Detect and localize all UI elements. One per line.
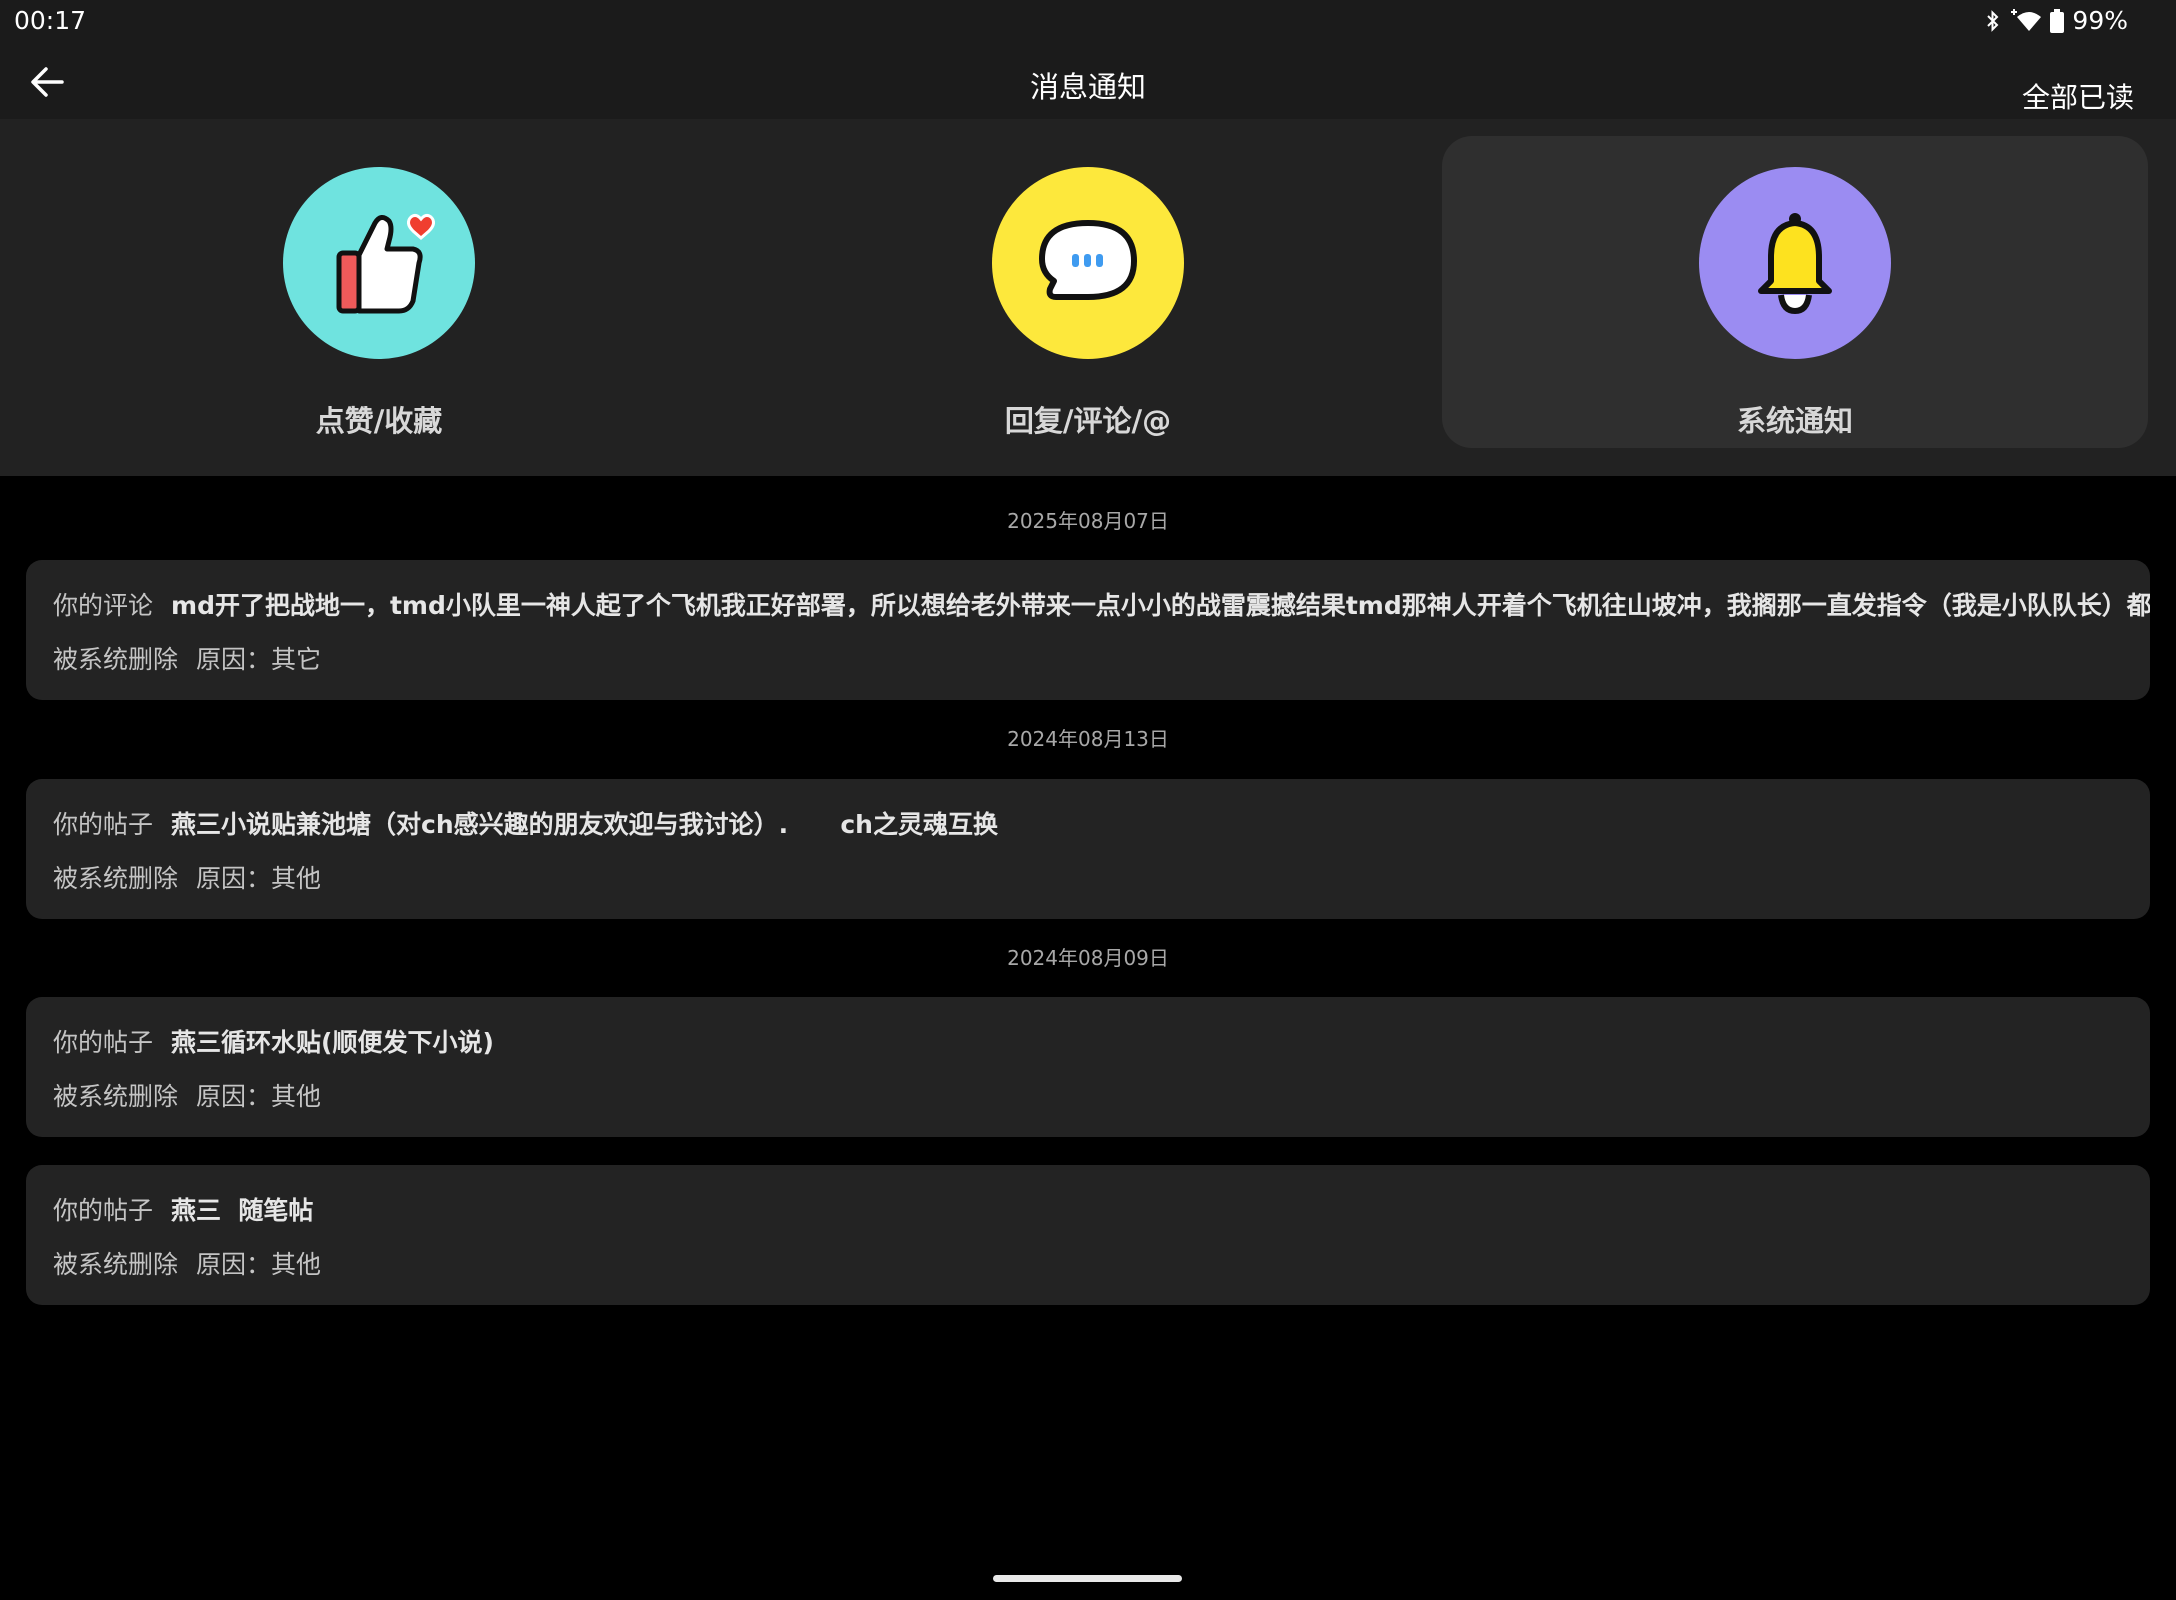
notification-target: 燕三循环水贴(顺便发下小说) (171, 1028, 494, 1057)
status-text: 被系统删除 (53, 1250, 179, 1279)
title-bar: 消息通知 全部已读 (0, 44, 2176, 119)
system-icon-circle (1699, 167, 1891, 359)
notification-prefix: 你的评论 (53, 591, 154, 620)
notification-card[interactable]: 你的评论 md开了把战地一，tmd小队里一神人起了个飞机我正好部署，所以想给老外带… (26, 560, 2150, 700)
replies-icon-circle (992, 167, 1184, 359)
notification-prefix: 你的帖子 (53, 1196, 154, 1225)
bluetooth-icon (1986, 9, 2000, 32)
notification-subject: 你的帖子 燕三循环水贴(顺便发下小说) (53, 1023, 494, 1059)
mark-all-read-button[interactable]: 全部已读 (2022, 76, 2134, 116)
reason-text: 原因：其他 (196, 864, 322, 893)
tab-system-notifications[interactable]: 系统通知 (1442, 136, 2148, 448)
date-header: 2024年08月09日 (1007, 946, 1169, 970)
battery-percent: 99% (2072, 6, 2128, 35)
status-icons: 99% (1986, 6, 2128, 35)
notification-card[interactable]: 你的帖子 燕三 随笔帖 被系统删除 原因：其他 (26, 1165, 2150, 1305)
tab-system-label: 系统通知 (1736, 404, 1853, 438)
reason-text: 原因：其他 (196, 1250, 322, 1279)
category-bar: 点赞/收藏 回复/评论/@ 系统通知 (0, 119, 2176, 476)
notification-prefix: 你的帖子 (53, 1028, 154, 1057)
notification-status: 被系统删除 原因：其他 (53, 1077, 321, 1113)
notification-status: 被系统删除 原因：其他 (53, 1245, 321, 1281)
notification-subject: 你的帖子 燕三小说贴兼池塘（对ch感兴趣的朋友欢迎与我讨论）. ch之灵魂互换 (53, 805, 998, 841)
notification-status: 被系统删除 原因：其它 (53, 640, 321, 676)
home-indicator[interactable] (993, 1575, 1182, 1582)
thumbs-up-heart-icon (336, 213, 436, 314)
notification-list: 2025年08月07日 你的评论 md开了把战地一，tmd小队里一神人起了个飞机我… (0, 476, 2176, 1305)
date-header: 2025年08月07日 (1007, 509, 1169, 533)
status-text: 被系统删除 (53, 1082, 179, 1111)
bell-icon (1758, 213, 1832, 315)
notification-subject: 你的评论 md开了把战地一，tmd小队里一神人起了个飞机我正好部署，所以想给老外带… (53, 586, 2150, 622)
page-title: 消息通知 (1029, 70, 1146, 104)
date-header: 2024年08月13日 (1007, 727, 1169, 751)
status-text: 被系统删除 (53, 864, 179, 893)
tab-replies-comments[interactable]: 回复/评论/@ (735, 136, 1441, 448)
likes-icon-circle (283, 167, 475, 359)
tab-replies-label: 回复/评论/@ (1004, 404, 1172, 438)
status-bar: 00:17 99% (0, 0, 2176, 44)
reason-text: 原因：其他 (196, 1082, 322, 1111)
chat-bubble-icon (1039, 220, 1137, 300)
status-text: 被系统删除 (53, 645, 179, 674)
wifi-icon (2008, 8, 2042, 33)
notification-target: md开了把战地一，tmd小队里一神人起了个飞机我正好部署，所以想给老外带来一点小… (171, 591, 2150, 620)
tab-likes-favorites[interactable]: 点赞/收藏 (26, 136, 732, 448)
notification-target: 燕三 随笔帖 (171, 1196, 314, 1225)
notification-target: 燕三小说贴兼池塘（对ch感兴趣的朋友欢迎与我讨论）. ch之灵魂互换 (171, 810, 998, 839)
notification-status: 被系统删除 原因：其他 (53, 859, 321, 895)
notification-card[interactable]: 你的帖子 燕三循环水贴(顺便发下小说) 被系统删除 原因：其他 (26, 997, 2150, 1137)
status-time: 00:17 (14, 6, 87, 35)
notification-card[interactable]: 你的帖子 燕三小说贴兼池塘（对ch感兴趣的朋友欢迎与我讨论）. ch之灵魂互换 被… (26, 779, 2150, 919)
battery-icon (2050, 8, 2065, 33)
tab-likes-label: 点赞/收藏 (315, 404, 443, 438)
reason-text: 原因：其它 (196, 645, 322, 674)
notification-prefix: 你的帖子 (53, 810, 154, 839)
notification-subject: 你的帖子 燕三 随笔帖 (53, 1191, 313, 1227)
